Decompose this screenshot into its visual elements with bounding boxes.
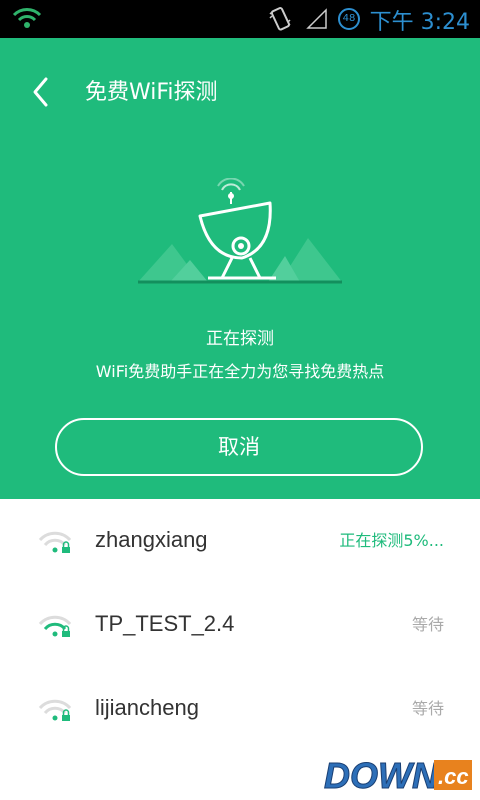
clock: 下午 3:24 <box>369 10 470 35</box>
chevron-left-icon <box>33 77 48 107</box>
wifi-signal-icon <box>12 6 42 34</box>
list-item[interactable]: TP_TEST_2.4 等待 <box>0 583 480 667</box>
status-title: 正在探测 <box>206 329 274 349</box>
network-list: zhangxiang 正在探测5%... TP_TEST_2.4 等待 liji… <box>0 499 480 751</box>
cancel-button[interactable]: 取消 <box>55 418 423 476</box>
cell-signal-icon <box>306 8 328 34</box>
network-state: 等待 <box>411 615 444 634</box>
vibrate-icon <box>268 6 292 36</box>
status-description: WiFi免费助手正在全力为您寻找免费热点 <box>95 362 385 381</box>
network-ssid: TP_TEST_2.4 <box>95 611 235 636</box>
svg-text:.cc: .cc <box>438 764 469 789</box>
battery-icon: 48 <box>338 8 360 30</box>
network-ssid: lijiancheng <box>95 695 199 720</box>
back-button[interactable] <box>24 66 60 114</box>
wifi-locked-icon <box>38 613 74 643</box>
list-item[interactable]: lijiancheng 等待 <box>0 667 480 751</box>
list-item[interactable]: zhangxiang 正在探测5%... <box>0 499 480 583</box>
network-ssid: zhangxiang <box>95 527 208 552</box>
network-state: 等待 <box>411 699 444 718</box>
detection-header: 免费WiFi探测 正在探测 WiFi免费助手正在全力为您寻找免费热点 取消 <box>0 38 480 499</box>
watermark-logo: DOWN .cc <box>320 754 474 796</box>
wifi-locked-icon <box>38 697 74 727</box>
wifi-locked-icon <box>38 529 74 559</box>
page-title: 免费WiFi探测 <box>85 80 218 105</box>
satellite-dish-icon <box>138 178 342 284</box>
network-state: 正在探测5%... <box>339 531 444 550</box>
svg-text:DOWN: DOWN <box>324 755 439 796</box>
status-bar: 48 下午 3:24 <box>0 0 480 38</box>
